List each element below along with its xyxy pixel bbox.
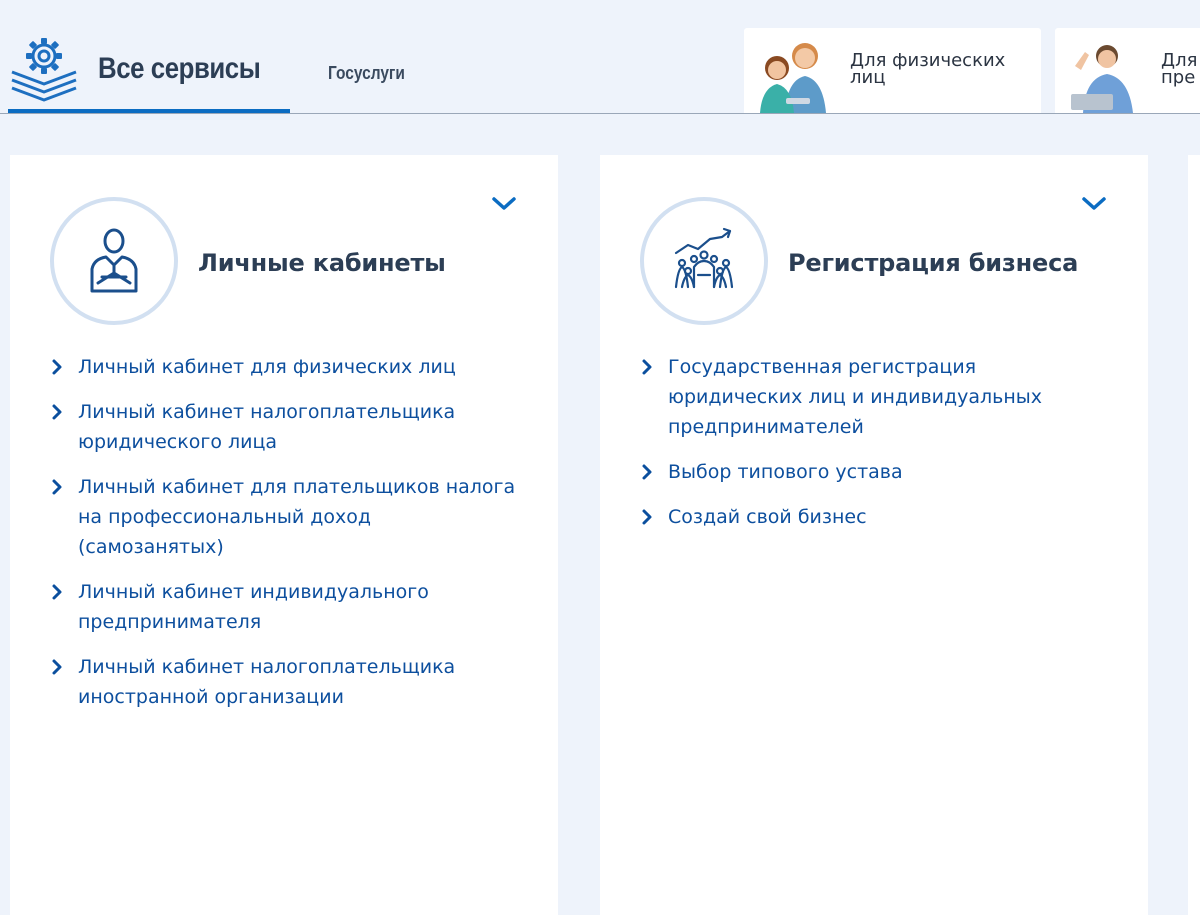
service-card-personal-accounts: Личные кабинеты Личный кабинет для физич… (10, 155, 558, 915)
chevron-right-icon (642, 464, 652, 480)
card-title: Личные кабинеты (198, 249, 446, 277)
tab-individuals[interactable]: Для физических лиц (744, 28, 1041, 113)
service-link-label: Личный кабинет индивидуального предприни… (78, 581, 429, 633)
chevron-right-icon (52, 479, 62, 495)
service-card-partial (1188, 155, 1200, 915)
service-link[interactable]: Государственная регистрация юридических … (640, 352, 1110, 442)
chevron-right-icon (52, 404, 62, 420)
chevron-right-icon (642, 509, 652, 525)
chevron-right-icon (642, 359, 652, 375)
chevron-right-icon (52, 584, 62, 600)
chevron-down-icon[interactable] (490, 193, 518, 213)
chevron-down-icon[interactable] (1080, 193, 1108, 213)
card-icon-circle (640, 197, 768, 325)
tab-individuals-label: Для физических лиц (850, 52, 1030, 88)
family-photo-icon (760, 43, 826, 113)
card-title: Регистрация бизнеса (788, 249, 1079, 277)
service-link[interactable]: Личный кабинет для физических лиц (50, 352, 520, 382)
tab-entrepreneurs[interactable]: Для пре (1055, 28, 1200, 113)
service-link[interactable]: Выбор типового устава (640, 457, 1110, 487)
page-header: Все сервисы Госуслуги Для физических лиц… (0, 0, 1200, 116)
breadcrumb[interactable]: Госуслуги (328, 63, 405, 84)
service-link-label: Государственная регистрация юридических … (668, 356, 1043, 438)
service-link-label: Личный кабинет налогоплательщика юридиче… (78, 401, 456, 453)
business-growth-icon (674, 227, 734, 289)
tab-label-line2: пре (1161, 67, 1196, 88)
tab-entrepreneurs-label: Для пре (1161, 52, 1200, 88)
person-icon (90, 228, 138, 293)
service-link-label: Личный кабинет для физических лиц (78, 356, 456, 378)
card-icon-circle (50, 197, 178, 325)
service-link-label: Личный кабинет налогоплательщика иностра… (78, 656, 456, 708)
header-divider (0, 113, 1200, 114)
page-title: Все сервисы (98, 52, 261, 85)
service-link[interactable]: Личный кабинет налогоплательщика юридиче… (50, 397, 520, 457)
service-link[interactable]: Создай свой бизнес (640, 502, 1110, 532)
chevron-right-icon (52, 659, 62, 675)
service-card-business-registration: Регистрация бизнеса Государственная реги… (600, 155, 1148, 915)
service-link-label: Создай свой бизнес (668, 506, 867, 528)
service-link-label: Личный кабинет для плательщиков налога н… (78, 476, 516, 558)
service-link[interactable]: Личный кабинет налогоплательщика иностра… (50, 652, 520, 712)
tab-label-line2: лиц (850, 67, 886, 88)
businessman-photo-icon (1071, 45, 1133, 113)
gear-layers-icon (11, 38, 77, 102)
chevron-right-icon (52, 359, 62, 375)
service-link[interactable]: Личный кабинет для плательщиков налога н… (50, 472, 520, 562)
service-link[interactable]: Личный кабинет индивидуального предприни… (50, 577, 520, 637)
card-links-list: Личный кабинет для физических лиц Личный… (50, 352, 520, 727)
card-links-list: Государственная регистрация юридических … (640, 352, 1110, 547)
service-link-label: Выбор типового устава (668, 461, 903, 483)
